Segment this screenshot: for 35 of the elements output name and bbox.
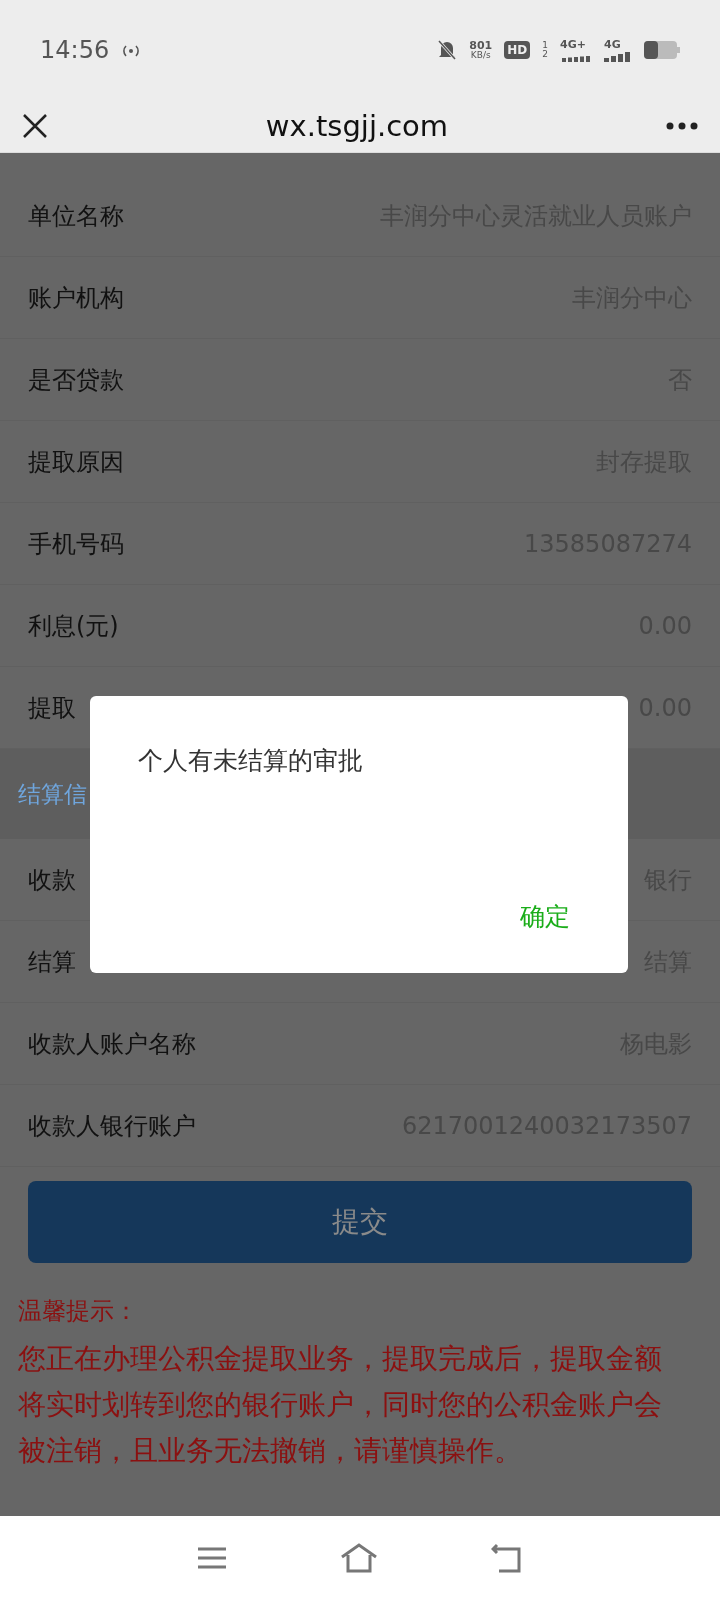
field-label: 利息(元) — [28, 610, 119, 642]
field-label: 结算 — [28, 946, 76, 978]
field-label: 是否贷款 — [28, 364, 124, 396]
network-type: 4G+ — [560, 38, 586, 51]
section-title: 结算信 — [18, 779, 87, 809]
hd-badge: HD — [504, 41, 531, 59]
page-title: wx.tsgjj.com — [264, 109, 450, 143]
network-speed: 801 — [469, 40, 493, 51]
network-type: 4G — [604, 38, 621, 51]
field-label: 手机号码 — [28, 528, 124, 560]
hotspot-icon — [121, 42, 142, 58]
field-label: 提取 — [28, 692, 76, 724]
sim-label: 1 — [542, 41, 548, 50]
menu-icon[interactable] — [196, 1546, 227, 1570]
field-label: 收款人银行账户 — [28, 1110, 196, 1142]
sim-label: 2 — [542, 50, 548, 59]
more-icon[interactable] — [666, 122, 698, 130]
speed-unit: KB/s — [470, 51, 491, 60]
field-label: 提取原因 — [28, 446, 124, 478]
signal-icon — [604, 52, 632, 62]
tips-text: 您正在办理公积金提取业务，提取完成后，提取金额将实时划转到您的银行账户，同时您的公积金账户会被注销，且业务无法撤销，请谨慎操作。 — [18, 1341, 663, 1468]
mute-bell-icon — [437, 39, 458, 61]
submit-button[interactable]: 提交 — [28, 1181, 692, 1263]
field-label: 账户机构 — [28, 282, 124, 314]
back-icon[interactable] — [491, 1543, 524, 1573]
confirm-button[interactable]: 确定 — [510, 900, 580, 933]
close-icon[interactable] — [22, 113, 48, 139]
dialog-message: 个人有未结算的审批 — [138, 745, 364, 777]
tips-title: 温馨提示： — [18, 1296, 139, 1327]
field-label: 收款 — [28, 864, 76, 896]
field-label: 单位名称 — [28, 200, 124, 232]
status-time: 14:56 — [40, 36, 110, 64]
battery-icon — [644, 41, 680, 59]
field-label: 收款人账户名称 — [28, 1028, 196, 1060]
home-icon[interactable] — [340, 1543, 378, 1573]
